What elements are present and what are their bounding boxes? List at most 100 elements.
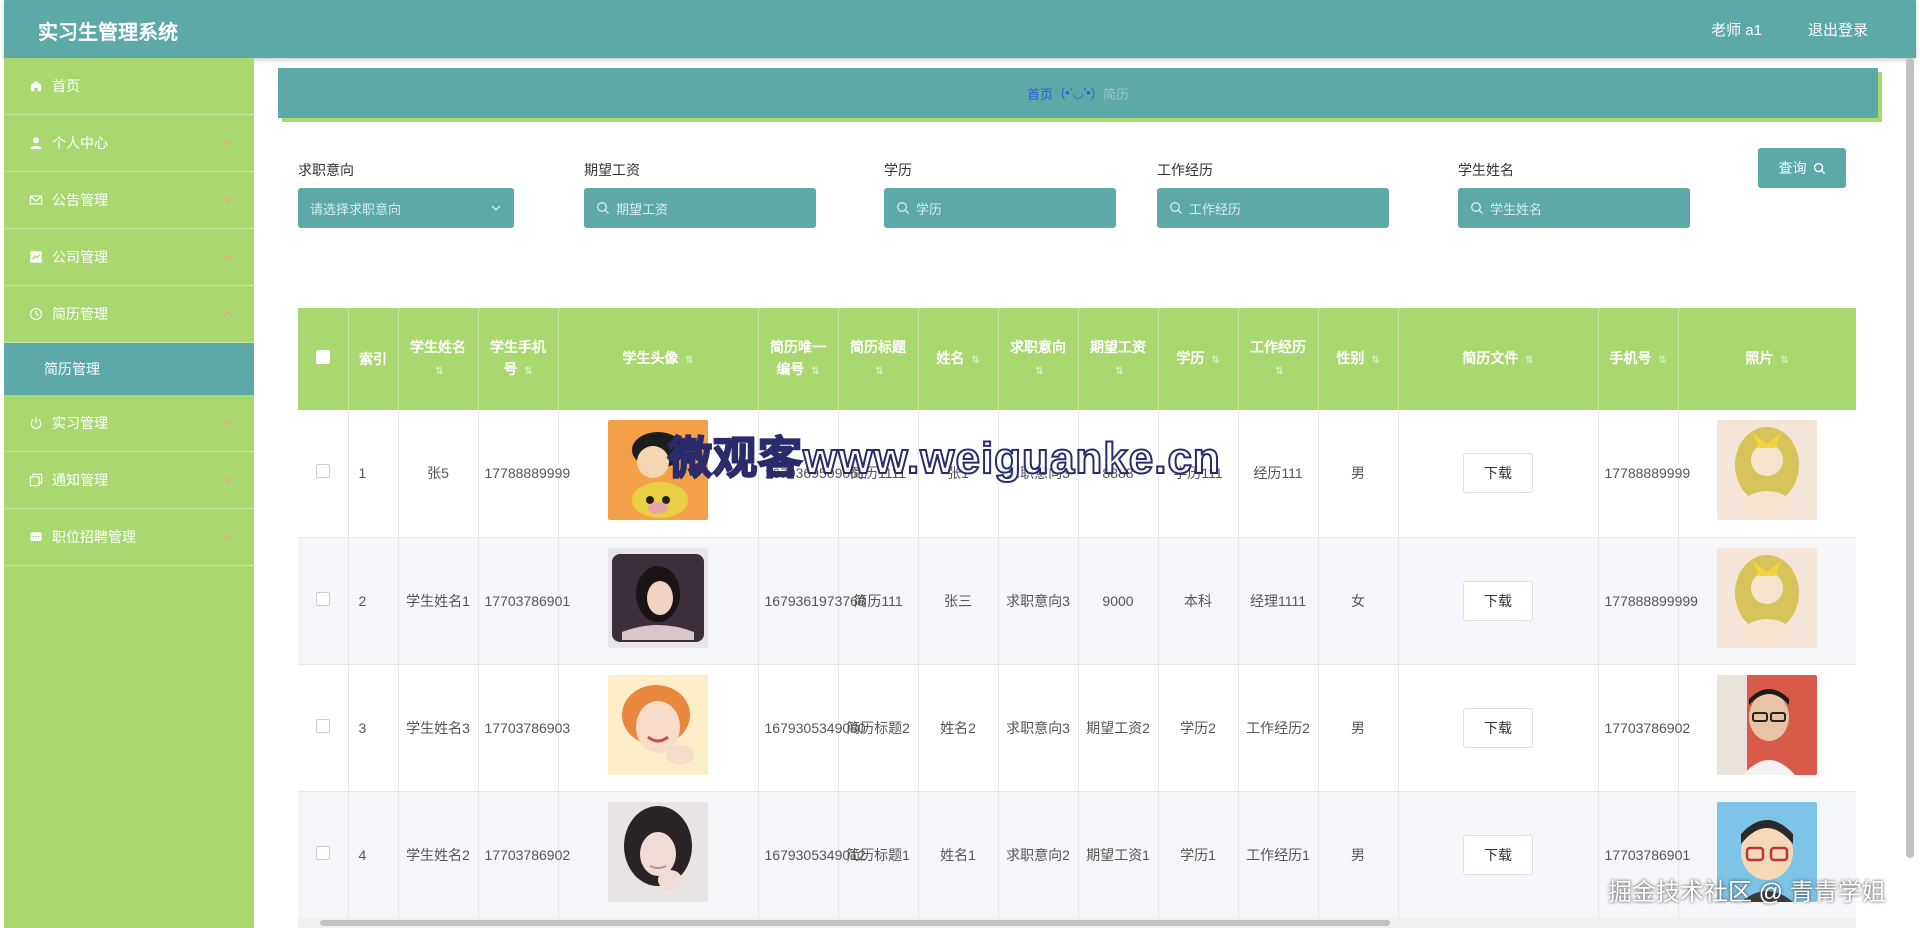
cell-student-name: 学生姓名3 <box>398 664 479 792</box>
sort-icon[interactable]: ⇅ <box>1035 361 1043 383</box>
sidebar-item-company[interactable]: 公司管理 <box>4 229 254 286</box>
row-checkbox[interactable] <box>315 718 330 733</box>
row-checkbox[interactable] <box>315 845 330 860</box>
breadcrumb-separator: (•'◡'•) <box>1060 85 1096 100</box>
chevron-down-icon <box>223 534 233 541</box>
column-header[interactable]: 求职意向 ⇅ <box>998 308 1079 410</box>
sidebar-item-label: 通知管理 <box>52 472 108 488</box>
column-header-label: 手机号 <box>1609 349 1652 366</box>
cell-student-avatar <box>558 664 759 792</box>
cell-sex: 男 <box>1318 664 1399 792</box>
search-icon <box>1471 202 1483 214</box>
search-icon <box>1813 162 1825 174</box>
experience-input[interactable]: 工作经历 <box>1157 188 1389 228</box>
scrollbar-thumb[interactable] <box>1906 58 1914 858</box>
sidebar-subitem-resume-manage[interactable]: 简历管理 <box>4 343 254 395</box>
cell-index: 1 <box>348 410 399 538</box>
sort-icon[interactable]: ⇅ <box>1115 361 1123 383</box>
student-avatar-image <box>608 547 708 648</box>
filter-label-intent: 求职意向 <box>298 162 354 178</box>
table-row[interactable]: 2 学生姓名1 17703786901 1679361973768 简历111 … <box>298 537 1856 665</box>
sort-icon[interactable]: ⇅ <box>1780 350 1788 372</box>
education-input[interactable]: 学历 <box>884 188 1116 228</box>
sidebar-item-resume[interactable]: 简历管理 <box>4 286 254 343</box>
sort-icon[interactable]: ⇅ <box>1371 350 1379 372</box>
sidebar-item-home[interactable]: 首页 <box>4 58 254 115</box>
student-name-input-placeholder: 学生姓名 <box>1490 201 1543 217</box>
sidebar-item-profile[interactable]: 个人中心 <box>4 115 254 172</box>
photo-image <box>1717 674 1817 775</box>
sort-icon[interactable]: ⇅ <box>685 350 693 372</box>
sort-icon[interactable]: ⇅ <box>971 350 979 372</box>
column-header-label: 工作经历 <box>1250 338 1306 355</box>
column-header[interactable]: 学生头像 ⇅ <box>558 308 759 410</box>
chart-icon <box>28 249 44 265</box>
download-button[interactable]: 下载 <box>1463 580 1533 621</box>
cell-resume-code: 1679361973768 <box>758 537 866 665</box>
salary-input-placeholder: 期望工资 <box>616 201 669 217</box>
cell-salary: 期望工资2 <box>1078 664 1159 792</box>
sort-icon[interactable]: ⇅ <box>875 361 883 383</box>
sort-icon[interactable]: ⇅ <box>1525 350 1533 372</box>
photo-image <box>1717 547 1817 648</box>
sidebar-item-jobs[interactable]: 职位招聘管理 <box>4 509 254 566</box>
column-header[interactable]: 手机号 ⇅ <box>1598 308 1679 410</box>
student-name-input[interactable]: 学生姓名 <box>1458 188 1690 228</box>
column-header[interactable]: 简历标题 ⇅ <box>838 308 919 410</box>
cell-salary: 9000 <box>1078 537 1159 665</box>
salary-input[interactable]: 期望工资 <box>584 188 816 228</box>
sort-icon[interactable]: ⇅ <box>1275 361 1283 383</box>
sidebar-item-announcements[interactable]: 公告管理 <box>4 172 254 229</box>
scrollbar-thumb[interactable] <box>320 920 1390 926</box>
sidebar-item-internship[interactable]: 实习管理 <box>4 395 254 452</box>
breadcrumb-home[interactable]: 首页 <box>1027 84 1053 103</box>
cell-sex: 男 <box>1318 791 1399 919</box>
app-title: 实习生管理系统 <box>38 22 178 44</box>
cell-student-name: 学生姓名2 <box>398 791 479 919</box>
sort-icon[interactable]: ⇅ <box>524 361 532 383</box>
column-header[interactable]: 学生手机号 ⇅ <box>478 308 559 410</box>
current-user: 老师 a1 <box>1711 22 1762 39</box>
cell-resume-file: 下载 <box>1398 664 1599 792</box>
column-header[interactable]: 学历 ⇅ <box>1158 308 1239 410</box>
row-checkbox[interactable] <box>315 591 330 606</box>
column-header[interactable]: 简历文件 ⇅ <box>1398 308 1599 410</box>
column-header[interactable]: 照片 ⇅ <box>1678 308 1856 410</box>
chevron-down-icon <box>223 420 233 427</box>
column-header-label: 简历文件 <box>1462 349 1519 366</box>
cell-experience: 经历111 <box>1238 410 1319 538</box>
row-checkbox[interactable] <box>315 464 330 479</box>
breadcrumb-current: 简历 <box>1103 86 1130 102</box>
horizontal-scrollbar[interactable] <box>298 918 1856 928</box>
cell-student-phone: 17703786901 <box>478 537 570 665</box>
column-header[interactable]: 简历唯一编号 ⇅ <box>758 308 839 410</box>
clock-icon <box>28 306 44 322</box>
query-button[interactable]: 查询 <box>1758 148 1846 188</box>
cell-experience: 经理1111 <box>1238 537 1319 665</box>
download-button[interactable]: 下载 <box>1463 707 1533 748</box>
sidebar-item-label: 公司管理 <box>52 249 108 265</box>
column-header[interactable]: 工作经历 ⇅ <box>1238 308 1319 410</box>
sidebar-item-notifications[interactable]: 通知管理 <box>4 452 254 509</box>
sort-icon[interactable]: ⇅ <box>811 361 819 383</box>
download-button[interactable]: 下载 <box>1463 453 1533 494</box>
sort-icon[interactable]: ⇅ <box>435 361 443 383</box>
column-header[interactable]: 性别 ⇅ <box>1318 308 1399 410</box>
select-all-cell <box>298 308 349 410</box>
filter-label-salary: 期望工资 <box>584 162 640 178</box>
download-button[interactable]: 下载 <box>1463 834 1533 875</box>
cell-index: 3 <box>348 664 399 792</box>
column-header[interactable]: 期望工资 ⇅ <box>1078 308 1159 410</box>
cell-student-phone: 17703786902 <box>478 791 570 919</box>
column-header[interactable]: 学生姓名 ⇅ <box>398 308 479 410</box>
logout-link[interactable]: 退出登录 <box>1808 19 1868 40</box>
table-row[interactable]: 3 学生姓名3 17703786903 1679305349080 简历标题2 … <box>298 664 1856 792</box>
sort-icon[interactable]: ⇅ <box>1211 350 1219 372</box>
column-header[interactable]: 姓名 ⇅ <box>918 308 999 410</box>
select-all-checkbox[interactable] <box>315 350 330 364</box>
row-select-cell <box>298 537 349 665</box>
vertical-scrollbar[interactable] <box>1904 58 1916 858</box>
column-header-label: 学历 <box>1176 349 1205 366</box>
intent-select[interactable]: 请选择求职意向 <box>298 188 514 228</box>
sort-icon[interactable]: ⇅ <box>1658 350 1666 372</box>
